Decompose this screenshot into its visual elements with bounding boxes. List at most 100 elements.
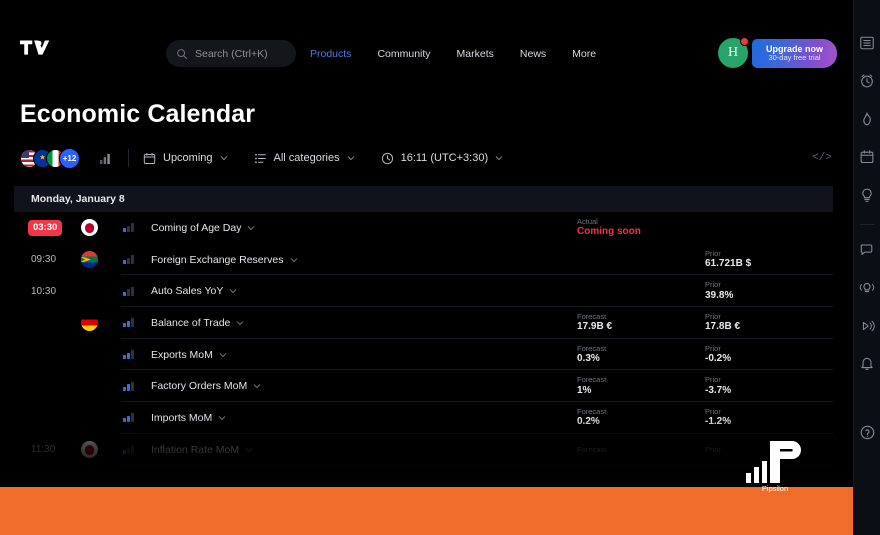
nav-link-news[interactable]: News [520,48,546,60]
event-name-label: Auto Sales YoY [151,285,224,298]
event-actual-value: Coming soon [577,226,641,238]
event-name[interactable]: Exports MoM [151,349,577,361]
table-row[interactable]: Balance of Trade Forecast 17.9B € Prior … [14,307,833,339]
filter-toolbar: +12 Upcoming [20,143,833,173]
sidebar-item-help[interactable] [856,421,878,443]
event-prior-value: 61.721B $ [705,257,752,269]
event-name[interactable]: Coming of Age Day [151,222,577,234]
chevron-down-icon [237,321,244,326]
event-forecast-value: 0.2% [577,416,600,428]
economic-calendar-table: Monday, January 8 03:30 Coming of Age Da… [14,186,833,476]
user-avatar[interactable]: H [718,37,749,68]
filter-categories[interactable]: All categories [254,152,355,165]
flag-de [81,314,98,332]
table-row[interactable]: 03:30 Coming of Age Day Actual Coming so… [14,212,833,244]
app-root: Search (Ctrl+K) Products Community Marke… [0,0,880,535]
event-name[interactable]: Balance of Trade [151,317,577,329]
event-impact [123,445,151,455]
filter-timezone[interactable]: 16:11 (UTC+3:30) [381,152,504,165]
bottom-orange-band [0,487,853,535]
event-forecast: Forecast 1% [577,375,705,397]
calendar-icon [860,150,874,164]
event-name-label: Factory Orders MoM [151,380,248,393]
sidebar-item-notifications[interactable] [856,353,878,375]
primary-nav-links: Products Community Markets News More [310,40,596,67]
sidebar-item-chat[interactable] [856,239,878,261]
sidebar-item-watchlist[interactable] [856,32,878,54]
chevron-down-icon [253,384,261,389]
embed-code-button[interactable]: </> [811,147,833,169]
event-time: 11:30 [31,444,56,456]
event-forecast: Forecast [577,445,705,454]
tradingview-logo[interactable] [20,35,54,61]
nav-link-products[interactable]: Products [310,48,351,60]
hotlist-flame-icon [863,112,871,126]
nav-link-community[interactable]: Community [377,48,430,60]
alarm-clock-icon [861,74,873,88]
event-name[interactable]: Foreign Exchange Reserves [151,254,577,266]
chevron-down-icon [220,156,227,161]
event-name[interactable]: Auto Sales YoY [151,285,577,297]
table-row[interactable]: Imports MoM Forecast 0.2% Prior -1.2% [14,402,833,434]
sidebar-item-alerts-clock[interactable] [856,70,878,92]
event-prior-value: -1.2% [705,416,732,428]
event-prior: Prior -1.2% [705,407,833,429]
event-country-flag [81,219,123,237]
chevron-down-icon [230,289,237,294]
chevron-down-icon [290,257,297,262]
pipsilon-watermark-name: Pipsilon [761,484,789,493]
nav-link-markets[interactable]: Markets [457,48,494,60]
table-row[interactable]: 09:30 Foreign Exchange Reserves Prior 61… [14,244,833,276]
event-country-flag [81,251,123,269]
event-name-label: Foreign Exchange Reserves [151,253,284,266]
event-prior-label: Prior [705,343,721,353]
filter-categories-label: All categories [273,152,340,164]
event-impact [123,223,151,233]
table-row[interactable]: Factory Orders MoM Forecast 1% Prior -3.… [14,370,833,402]
event-name-label: Exports MoM [151,348,213,361]
sidebar-divider [859,224,875,225]
event-name[interactable]: Inflation Rate MoM [151,444,577,456]
nav-link-more[interactable]: More [572,48,596,60]
event-prior-label: Prior [705,407,721,417]
event-prior: Prior 61.721B $ [705,249,833,271]
event-prior: Prior 17.8B € [705,312,833,334]
bar-chart-icon [99,153,110,164]
sidebar-item-hotlist[interactable] [856,108,878,130]
event-prior-label: Prior [705,248,721,258]
event-impact [123,381,151,391]
table-row[interactable]: 10:30 Auto Sales YoY Prior 39.8% [14,275,833,307]
calendar-icon [143,152,156,164]
bell-icon [861,357,873,371]
sidebar-item-calendar[interactable] [856,146,878,168]
toolbar-divider [128,149,129,167]
pipsilon-watermark-logo [742,437,808,487]
sidebar-item-stream[interactable] [856,315,878,337]
event-prior-value: 39.8% [705,289,734,301]
sidebar-item-broadcast[interactable] [856,277,878,299]
flag-jp [81,219,98,237]
country-filter[interactable]: +12 [20,147,80,169]
event-forecast: Forecast 17.9B € [577,312,705,334]
table-row[interactable]: Exports MoM Forecast 0.3% Prior -0.2% [14,339,833,371]
event-name-label: Inflation Rate MoM [151,443,240,456]
filter-upcoming[interactable]: Upcoming [143,152,228,165]
event-forecast: Forecast 0.2% [577,407,705,429]
filter-upcoming-label: Upcoming [163,152,213,164]
upgrade-button[interactable]: Upgrade now 30-day free trial [752,39,837,68]
event-name[interactable]: Imports MoM [151,412,577,424]
event-time: 10:30 [31,285,57,297]
event-name[interactable]: Factory Orders MoM [151,380,577,392]
chevron-down-icon [245,447,253,452]
upgrade-subtitle: 30-day free trial [768,53,821,63]
table-row[interactable]: 11:30 Inflation Rate MoM Forecast Prior [14,434,833,466]
clock-icon [381,152,393,164]
notification-dot [740,37,749,46]
search-icon [177,48,188,59]
event-prior-label: Prior [705,375,721,385]
event-prior: Prior -3.7% [705,375,833,397]
search-input[interactable]: Search (Ctrl+K) [166,40,296,67]
importance-filter-button[interactable] [94,147,116,169]
sidebar-item-ideas[interactable] [856,184,878,206]
event-actual-label: Actual [577,216,598,226]
